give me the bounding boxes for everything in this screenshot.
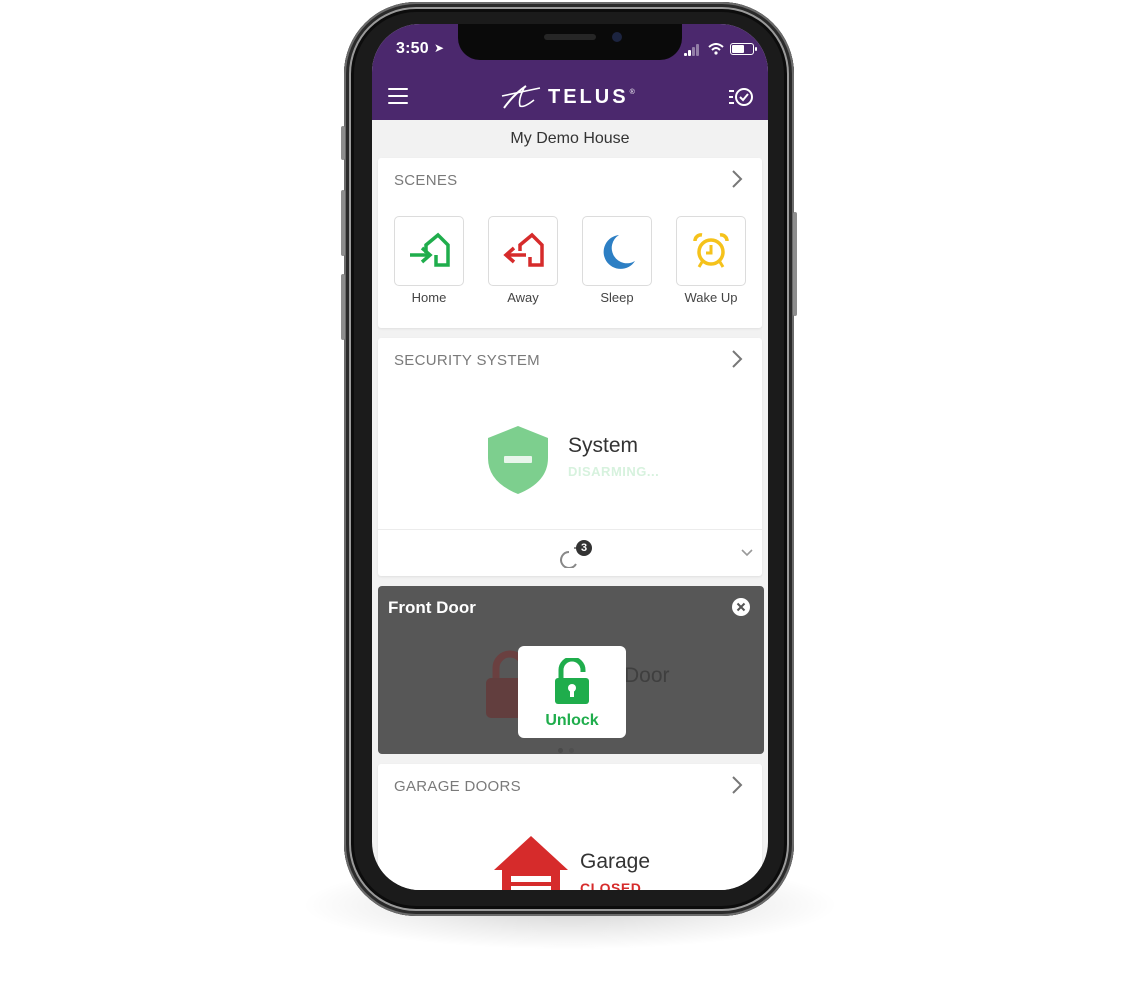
lock-name-behind: Door [624,664,670,687]
task-list-check-icon[interactable] [728,86,754,108]
volume-up-button [341,190,345,256]
shield-icon [488,426,548,494]
arrive-home-icon [410,232,450,267]
scene-away[interactable]: Away [488,216,558,305]
garage-heading: GARAGE DOORS [394,778,521,795]
battery-icon [730,43,757,55]
unlocked-padlock-icon [555,656,589,704]
scenes-heading: SCENES [394,172,458,189]
brand-name: TELUS [548,85,629,108]
garage-status: CLOSED [580,880,642,890]
hamburger-menu-icon[interactable] [388,88,408,104]
security-card: SECURITY SYSTEM System DISARMING... 3 [378,338,762,576]
garage-icon[interactable] [494,836,568,890]
phone-screen: 3:50 ➤ TELUS ® My Demo House SCENES Home… [372,24,768,890]
unlock-button[interactable]: Unlock [518,646,626,738]
page-dot [569,748,574,753]
security-footer: 3 [378,529,762,576]
scene-label: Away [507,290,539,305]
location-title[interactable]: My Demo House [372,120,768,156]
lock-title: Front Door [388,598,476,617]
moon-icon [603,235,635,269]
close-button[interactable] [732,598,750,616]
wifi-icon [708,43,724,55]
scene-wake-up[interactable]: Wake Up [676,216,746,305]
unlock-label: Unlock [545,712,599,729]
power-button [793,212,797,316]
status-time: 3:50 [396,40,429,57]
garage-name: Garage [580,850,651,873]
leave-home-icon [503,232,544,267]
front-door-lock-card: Front Door Door Unlock [378,586,764,754]
scene-tile[interactable] [582,216,652,286]
chevron-right-icon[interactable] [726,774,748,796]
system-status: DISARMING... [568,464,660,479]
scene-home[interactable]: Home [394,216,464,305]
page-indicator [558,740,580,758]
scene-list: Home Away Sleep Wake Up [394,216,746,305]
volume-down-button [341,274,345,340]
scene-tile[interactable] [394,216,464,286]
scene-tile[interactable] [488,216,558,286]
app-bar: TELUS ® [372,74,768,120]
scenes-card: SCENES Home Away Sleep Wake Up [378,158,762,328]
pending-count-badge: 3 [576,540,592,556]
registered-mark: ® [629,88,635,96]
chevron-right-icon[interactable] [726,348,748,370]
chevron-down-icon[interactable] [740,546,754,560]
notch [458,24,682,60]
scene-tile[interactable] [676,216,746,286]
scene-sleep[interactable]: Sleep [582,216,652,305]
telus-logo: TELUS ® [500,84,635,110]
security-heading: SECURITY SYSTEM [394,352,540,369]
system-name: System [568,434,639,457]
page-dot-active [558,748,563,753]
chevron-right-icon[interactable] [726,168,748,190]
location-arrow-icon: ➤ [434,41,445,55]
alarm-clock-icon [693,233,729,268]
scene-label: Sleep [600,290,634,305]
mute-switch [341,126,345,160]
scene-label: Wake Up [684,290,738,305]
close-icon [736,602,746,612]
garage-card: GARAGE DOORS Garage CLOSED [378,764,762,890]
front-camera [612,32,622,42]
speaker [544,34,596,40]
cellular-signal-icon [684,44,702,56]
scene-label: Home [411,290,447,305]
telus-script-mark-icon [501,85,541,109]
security-status-area[interactable]: System DISARMING... [378,418,762,518]
